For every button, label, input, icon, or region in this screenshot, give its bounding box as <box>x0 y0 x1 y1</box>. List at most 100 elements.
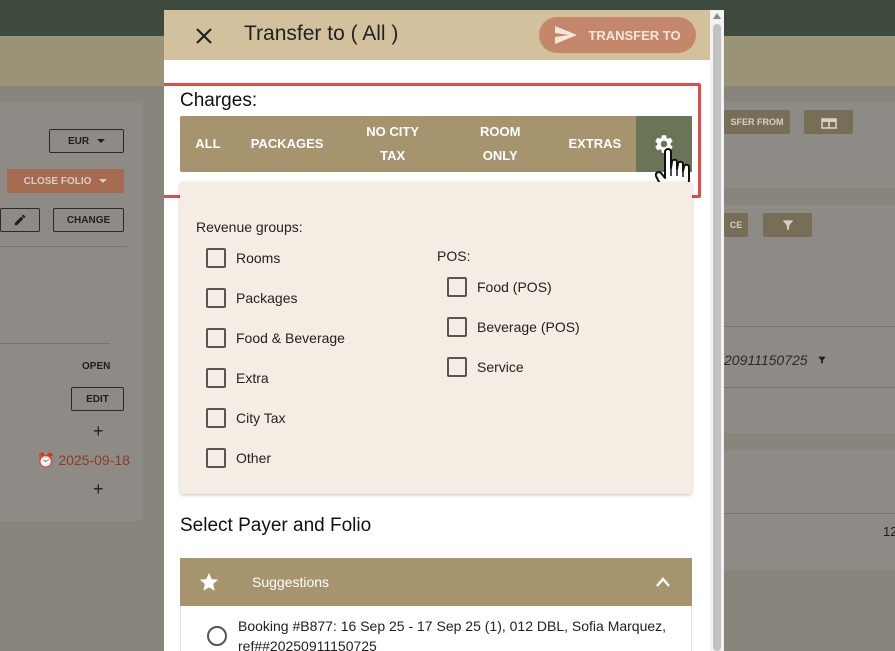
divider <box>724 326 895 327</box>
checkbox-beverage-pos[interactable]: Beverage (POS) <box>447 317 580 337</box>
checkbox-box[interactable] <box>206 248 226 268</box>
currency-value: EUR <box>67 135 90 147</box>
checkbox-service[interactable]: Service <box>447 357 524 377</box>
checkbox-label: Rooms <box>236 250 281 266</box>
date-value: 2025-09-18 <box>58 452 130 468</box>
partial-button[interactable]: CE <box>724 213 748 237</box>
date-item: ⏰ 2025-09-18 <box>37 452 130 469</box>
chevron-up-icon[interactable] <box>656 577 670 587</box>
checkbox-city-tax[interactable]: City Tax <box>206 408 286 428</box>
checkbox-label: Extra <box>236 370 269 386</box>
charges-tabs: ALL PACKAGES NO CITY TAX ROOM ONLY EXTRA… <box>180 116 692 172</box>
tab-label-line2: ONLY <box>482 148 518 163</box>
select-payer-title: Select Payer and Folio <box>180 515 372 536</box>
checkbox-box[interactable] <box>206 448 226 468</box>
charges-title: Charges: <box>180 90 258 111</box>
checkbox-label: Food & Beverage <box>236 330 345 346</box>
pencil-icon <box>14 214 26 226</box>
right-card-3: 12 <box>724 450 895 570</box>
checkbox-extra[interactable]: Extra <box>206 368 269 388</box>
tab-label-line2: TAX <box>380 148 406 163</box>
checkbox-rooms[interactable]: Rooms <box>206 248 280 268</box>
dialog-header: Transfer to ( All ) TRANSFER TO <box>164 10 710 60</box>
booking-line-1: Booking #B877: 16 Sep 25 - 17 Sep 25 (1)… <box>238 618 667 634</box>
tab-label: ALL <box>195 136 221 151</box>
checkbox-box[interactable] <box>206 368 226 388</box>
suggestions-label: Suggestions <box>252 574 330 590</box>
scrollbar[interactable] <box>710 10 724 651</box>
checkbox-label: City Tax <box>236 410 286 426</box>
scrollbar-thumb[interactable] <box>713 24 721 651</box>
close-folio-label: CLOSE FOLIO <box>23 175 92 187</box>
gift-icon <box>820 118 837 129</box>
tab-label-line1: ROOM <box>480 124 521 139</box>
change-button[interactable]: CHANGE <box>53 208 124 232</box>
filter-button[interactable] <box>763 213 812 237</box>
filter-icon <box>782 220 793 231</box>
folio-card: EUR CLOSE FOLIO CHANGE OPEN EDIT + ⏰ 202… <box>0 102 143 521</box>
tab-room-only[interactable]: ROOM ONLY <box>447 116 554 172</box>
transfer-to-button[interactable]: TRANSFER TO <box>539 17 696 53</box>
checkbox-label: Packages <box>236 290 298 306</box>
tab-label: EXTRAS <box>568 136 622 151</box>
filter-icon[interactable] <box>817 355 827 365</box>
booking-line-2: ref##20250911150725 <box>238 638 377 651</box>
dialog-title: Transfer to ( All ) <box>244 22 399 45</box>
partial-label: CE <box>729 220 743 230</box>
edit-button[interactable]: EDIT <box>71 387 124 411</box>
pos-label: POS: <box>437 248 471 264</box>
close-icon[interactable] <box>194 26 214 46</box>
tab-all[interactable]: ALL <box>180 116 236 172</box>
divider <box>0 246 127 247</box>
chevron-down-icon <box>97 139 106 143</box>
plus-icon[interactable]: + <box>93 421 104 442</box>
transfer-to-label: TRANSFER TO <box>588 27 681 43</box>
divider <box>724 387 895 388</box>
checkbox-box[interactable] <box>447 357 467 377</box>
divider <box>724 513 895 514</box>
star-icon <box>199 572 219 591</box>
tab-packages[interactable]: PACKAGES <box>236 116 339 172</box>
currency-select[interactable]: EUR <box>49 129 124 153</box>
checkbox-box[interactable] <box>447 277 467 297</box>
transfer-dialog: Transfer to ( All ) TRANSFER TO Charges:… <box>164 10 724 651</box>
amount-partial: 12 <box>883 524 895 539</box>
booking-option-text[interactable]: Booking #B877: 16 Sep 25 - 17 Sep 25 (1)… <box>238 616 678 651</box>
checkbox-label: Other <box>236 450 272 466</box>
chevron-down-icon <box>99 179 108 183</box>
divider <box>0 343 110 344</box>
checkbox-box[interactable] <box>206 288 226 308</box>
right-card: SFER FROM <box>724 102 895 188</box>
alarm-icon: ⏰ <box>37 452 55 468</box>
tab-label: PACKAGES <box>250 136 324 151</box>
change-label: CHANGE <box>66 214 111 226</box>
transfer-from-label: SFER FROM <box>730 117 784 127</box>
transfer-from-button[interactable]: SFER FROM <box>724 110 790 134</box>
tab-label-line1: NO CITY <box>366 124 420 139</box>
checkbox-box[interactable] <box>206 328 226 348</box>
edit-label: EDIT <box>86 393 109 405</box>
send-icon <box>555 26 578 44</box>
checkbox-label: Service <box>477 359 524 375</box>
checkbox-label: Food (POS) <box>477 279 552 295</box>
tab-no-city-tax[interactable]: NO CITY TAX <box>338 116 447 172</box>
plus-icon[interactable]: + <box>93 479 104 500</box>
charges-filter-panel: Revenue groups: Rooms Packages Food & Be… <box>180 182 692 494</box>
folio-status: OPEN <box>82 361 111 372</box>
booking-radio[interactable] <box>207 626 227 646</box>
edit-pencil-button[interactable] <box>0 208 40 232</box>
checkbox-label: Beverage (POS) <box>477 319 580 335</box>
checkbox-box[interactable] <box>447 317 467 337</box>
checkbox-packages[interactable]: Packages <box>206 288 297 308</box>
checkbox-other[interactable]: Other <box>206 448 271 468</box>
suggestions-panel-header[interactable]: Suggestions <box>180 558 692 606</box>
tab-extras[interactable]: EXTRAS <box>554 116 637 172</box>
checkbox-food-beverage[interactable]: Food & Beverage <box>206 328 345 348</box>
right-card-2: CE 20911150725 <box>724 205 895 433</box>
close-folio-button[interactable]: CLOSE FOLIO <box>7 169 124 193</box>
gift-button[interactable] <box>804 110 853 134</box>
checkbox-box[interactable] <box>206 408 226 428</box>
scroll-up-arrow-icon[interactable] <box>713 13 721 19</box>
revenue-groups-label: Revenue groups: <box>196 219 303 235</box>
checkbox-food-pos[interactable]: Food (POS) <box>447 277 552 297</box>
